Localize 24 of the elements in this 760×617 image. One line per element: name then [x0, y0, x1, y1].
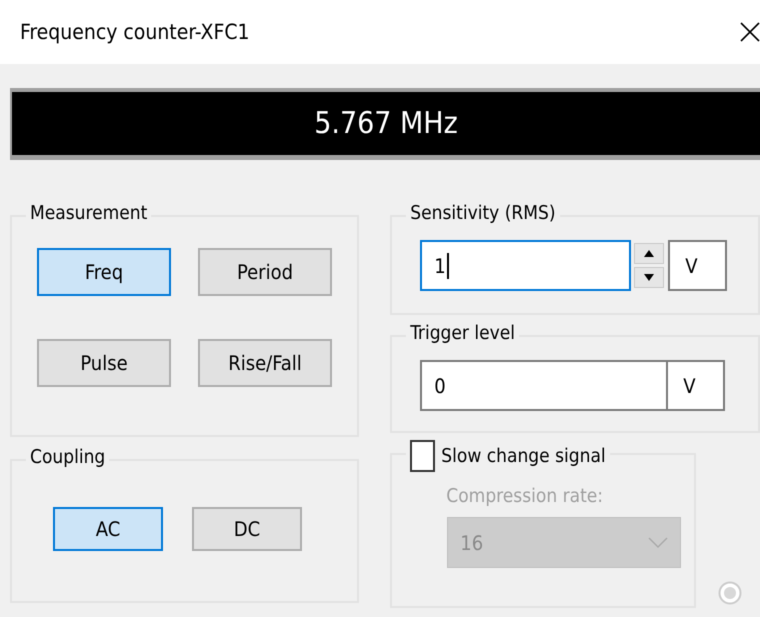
measurement-button[interactable]: Rise/Fall: [198, 339, 332, 387]
frequency-display: 5.767 MHz: [10, 88, 760, 160]
coupling-button[interactable]: AC: [53, 507, 163, 551]
coupling-button[interactable]: DC: [192, 507, 302, 551]
close-icon[interactable]: [740, 22, 760, 42]
measurement-button[interactable]: Pulse: [37, 339, 171, 387]
window-title: Frequency counter-XFC1: [20, 20, 250, 44]
group-title: Sensitivity (RMS): [410, 202, 556, 224]
down-arrow-icon: [644, 274, 654, 281]
unit-field[interactable]: V: [666, 360, 726, 411]
measurement-button[interactable]: Freq: [37, 248, 171, 296]
measurement-button[interactable]: Period: [198, 248, 332, 296]
up-arrow-icon: [644, 250, 654, 257]
trigger-level-field[interactable]: 0: [420, 360, 668, 411]
group-title: Measurement: [30, 202, 148, 224]
group-title: Trigger level: [410, 322, 516, 344]
spin-down-button[interactable]: [634, 267, 664, 288]
unit-field[interactable]: V: [668, 240, 728, 291]
spin-up-button[interactable]: [634, 243, 664, 264]
sensitivity-field[interactable]: 1: [420, 240, 632, 291]
group-title: Coupling: [30, 446, 106, 468]
chevron-down-icon: [648, 536, 668, 548]
compression-label: Compression rate:: [446, 485, 604, 507]
circle-icon: [718, 581, 742, 605]
